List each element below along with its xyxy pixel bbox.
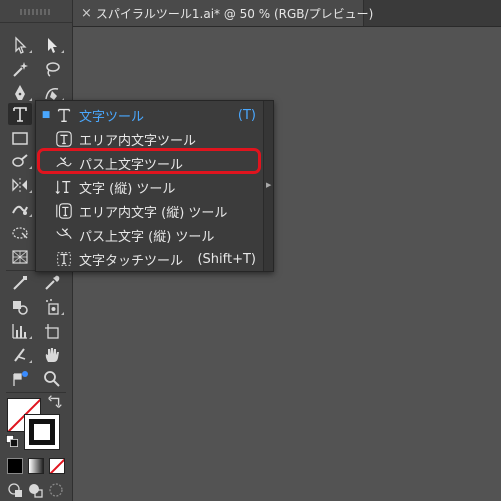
flyout-indicator (61, 50, 64, 53)
flyout-item-shortcut: (Shift+T) (197, 251, 256, 267)
none-mode-button[interactable] (49, 458, 65, 474)
flyout-item-label: エリア内文字ツール (79, 133, 197, 149)
gradient-mode-button[interactable] (28, 458, 44, 474)
draw-behind-icon[interactable] (26, 480, 46, 500)
flyout-item-label: エリア内文字 (縦) ツール (79, 205, 228, 221)
flyout-indicator (29, 190, 32, 193)
tearoff-arrow-icon: ▶ (266, 181, 272, 189)
perspective-grid-tool-icon[interactable] (8, 246, 32, 268)
panel-grip[interactable] (20, 9, 50, 15)
free-transform-tool-icon[interactable] (8, 222, 32, 244)
artboard-tool-icon[interactable] (40, 320, 64, 342)
document-tab-bar: × スパイラルツール1.ai* @ 50 % (RGB/プレビュー) (0, 0, 501, 27)
flyout-item-vertical-type-on-path-tool[interactable]: パス上文字 (縦) ツール (36, 223, 262, 247)
draw-inside-icon[interactable] (46, 480, 66, 500)
selected-bullet-icon: ■ (41, 110, 51, 120)
flyout-item-label: 文字 (縦) ツール (79, 181, 176, 197)
zoom-tool-icon[interactable] (40, 368, 64, 390)
type-tools-flyout: ■ 文字ツール (T) エリア内文字ツール パス上文字ツール 文字 (縦) ツー… (35, 100, 274, 272)
flyout-indicator (29, 360, 32, 363)
highlight-annotation (37, 148, 261, 174)
tearoff-button[interactable]: ▶ (263, 101, 273, 271)
flyout-item-label: 文字ツール (79, 109, 145, 125)
rectangle-tool-icon[interactable] (8, 127, 32, 149)
close-tab-icon[interactable]: × (81, 6, 92, 21)
flyout-item-vertical-area-type-tool[interactable]: エリア内文字 (縦) ツール (36, 199, 262, 223)
vertical-area-type-icon (53, 201, 75, 221)
flyout-indicator (29, 214, 32, 217)
color-mode-button[interactable] (7, 458, 23, 474)
document-tab[interactable]: × スパイラルツール1.ai* @ 50 % (RGB/プレビュー) (72, 0, 373, 26)
blend-tool-icon[interactable] (8, 296, 32, 318)
flyout-item-label: パス上文字 (縦) ツール (79, 229, 215, 245)
rotate-view-tool-icon[interactable] (8, 368, 32, 390)
swap-fill-stroke-icon[interactable] (46, 394, 64, 410)
flyout-indicator (29, 98, 32, 101)
flyout-item-shortcut: (T) (237, 107, 256, 123)
flyout-item-label: 文字タッチツール (79, 253, 184, 269)
flyout-indicator (29, 50, 32, 53)
stroke-color-swatch[interactable] (24, 414, 60, 450)
flyout-indicator (29, 336, 32, 339)
eyedropper-tool-icon[interactable] (40, 272, 64, 294)
magic-wand-tool-icon[interactable] (8, 58, 32, 80)
area-type-icon (53, 129, 75, 149)
gradient-tool-icon[interactable] (8, 272, 32, 294)
draw-normal-icon[interactable] (6, 480, 26, 500)
flyout-item-type-tool[interactable]: ■ 文字ツール (T) (36, 103, 262, 127)
type-icon (53, 105, 75, 125)
lasso-tool-icon[interactable] (40, 58, 64, 80)
document-tab-title: スパイラルツール1.ai* @ 50 % (RGB/プレビュー) (95, 6, 374, 21)
flyout-indicator (61, 312, 64, 315)
vertical-type-on-path-icon (53, 225, 75, 245)
flyout-indicator (29, 166, 32, 169)
vertical-type-icon (53, 177, 75, 197)
type-tool-icon[interactable] (8, 103, 32, 125)
flyout-item-vertical-type-tool[interactable]: 文字 (縦) ツール (36, 175, 262, 199)
touch-type-icon (53, 249, 75, 269)
default-fill-stroke-icon[interactable] (4, 434, 20, 448)
hand-tool-icon[interactable] (40, 344, 64, 366)
flyout-item-touch-type-tool[interactable]: 文字タッチツール (Shift+T) (36, 247, 262, 271)
